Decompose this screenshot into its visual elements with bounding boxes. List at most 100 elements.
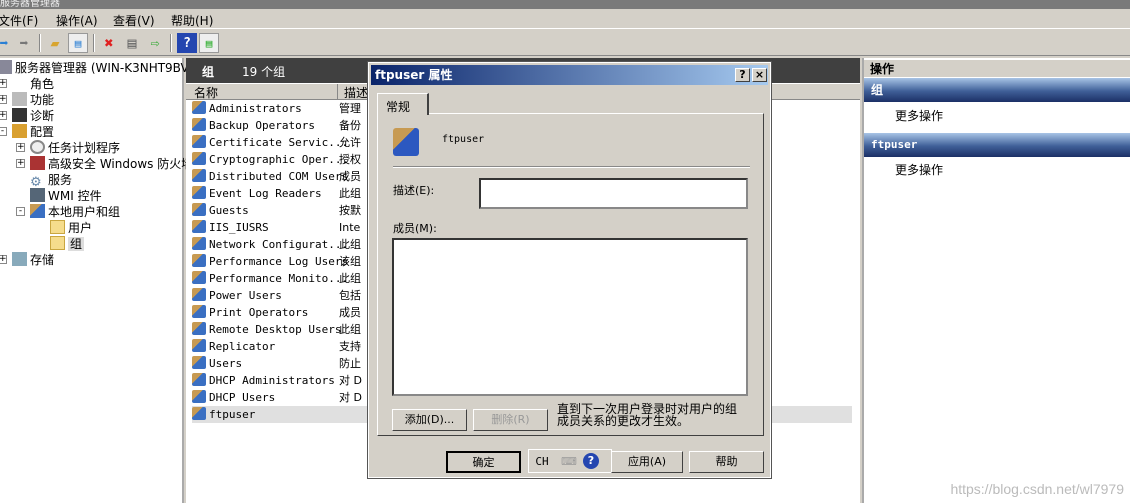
group-name: Users	[209, 357, 243, 370]
group-icon	[192, 169, 206, 182]
expander[interactable]: +	[16, 143, 25, 152]
tree-label: 任务计划程序	[48, 141, 121, 155]
show-action-pane-icon[interactable]: ▤	[199, 33, 219, 53]
expander[interactable]: +	[0, 255, 7, 264]
export-icon[interactable]: ⇨	[145, 33, 165, 53]
tree-item-services[interactable]: ⚙ 服务	[30, 172, 73, 190]
actions-section-groups[interactable]: 组	[864, 78, 1130, 102]
group-description: 备份	[339, 119, 361, 132]
group-description: 允许	[339, 136, 361, 149]
group-name: Certificate Servic...	[209, 136, 349, 149]
group-icon	[192, 373, 206, 386]
back-icon[interactable]: ➡	[0, 33, 14, 53]
group-description: 该组	[339, 255, 361, 268]
dialog-title: ftpuser 属性	[375, 68, 453, 82]
group-icon	[192, 152, 206, 165]
tree-item-firewall[interactable]: + 高级安全 Windows 防火墙	[16, 156, 193, 172]
column-description[interactable]: 描述	[341, 84, 368, 101]
apply-button[interactable]: 应用(A)	[611, 451, 683, 473]
features-icon	[12, 92, 27, 106]
show-hide-tree-icon[interactable]: ▤	[68, 33, 88, 53]
tree-item-storage[interactable]: + 存储	[0, 252, 54, 268]
group-icon	[192, 203, 206, 216]
expander[interactable]: +	[0, 79, 7, 88]
tree-root-label: 服务器管理器 (WIN-K3NHT9BVRD	[15, 61, 207, 75]
tree-item-configuration[interactable]: - 配置	[0, 124, 54, 140]
group-description: 防止	[339, 357, 361, 370]
group-icon	[192, 101, 206, 114]
menu-action[interactable]: 操作(A)	[56, 12, 98, 29]
expander[interactable]: +	[16, 159, 25, 168]
tree-item-users[interactable]: 用户	[50, 220, 92, 236]
tree-item-roles[interactable]: + 角色	[0, 76, 54, 92]
window-title-bar: 服务器管理器	[0, 0, 1130, 9]
menu-view[interactable]: 查看(V)	[113, 12, 155, 29]
group-icon	[192, 322, 206, 335]
description-input[interactable]	[479, 178, 748, 209]
group-name: IIS_IUSRS	[209, 221, 269, 234]
group-icon	[192, 356, 206, 369]
keyboard-icon[interactable]: ⌨	[555, 455, 583, 468]
actions-section-ftpuser[interactable]: ftpuser	[864, 133, 1130, 157]
group-name: Administrators	[209, 102, 302, 115]
forward-icon[interactable]: ➡	[14, 33, 34, 53]
delete-icon[interactable]: ✖	[99, 33, 119, 53]
tree-label: 角色	[30, 77, 55, 91]
help-icon[interactable]: ?	[177, 33, 197, 53]
expander[interactable]: +	[0, 95, 7, 104]
group-name: Print Operators	[209, 306, 309, 319]
tree-item-diagnostics[interactable]: + 诊断	[0, 108, 54, 124]
toolbar: ➡ ➡ ▰ ▤ ✖ ▤ ⇨ ? ▤	[0, 30, 1130, 56]
gear-icon: ⚙	[30, 175, 42, 190]
group-description: 管理	[339, 102, 361, 115]
up-folder-icon[interactable]: ▰	[45, 33, 65, 53]
group-description: 此组	[339, 323, 361, 336]
group-icon	[192, 237, 206, 250]
members-list[interactable]	[392, 238, 748, 396]
tree-item-groups[interactable]: 组	[50, 236, 85, 252]
ok-button[interactable]: 确定	[446, 451, 521, 473]
add-button[interactable]: 添加(D)...	[392, 409, 467, 431]
group-name: Network Configurat...	[209, 238, 349, 251]
help-button[interactable]: 帮助	[689, 451, 764, 473]
more-actions-groups[interactable]: 更多操作	[895, 107, 943, 124]
configuration-icon	[12, 124, 27, 138]
menu-help[interactable]: 帮助(H)	[171, 12, 213, 29]
group-icon	[192, 220, 206, 233]
properties-icon[interactable]: ▤	[122, 33, 142, 53]
group-icon	[192, 288, 206, 301]
tree-label: WMI 控件	[48, 189, 102, 203]
language-indicator[interactable]: CH	[529, 455, 555, 468]
tree-item-task-scheduler[interactable]: + 任务计划程序	[16, 140, 120, 156]
expander[interactable]: -	[0, 127, 7, 136]
remove-button[interactable]: 删除(R)	[473, 409, 548, 431]
expander[interactable]: -	[16, 207, 25, 216]
tree-item-wmi[interactable]: WMI 控件	[30, 188, 102, 204]
close-button[interactable]: ×	[752, 68, 767, 82]
group-name: Performance Log Users	[209, 255, 349, 268]
expander[interactable]: +	[0, 111, 7, 120]
group-name: Event Log Readers	[209, 187, 322, 200]
help-icon[interactable]: ?	[583, 453, 599, 469]
tree-label: 服务	[48, 173, 73, 187]
properties-dialog: ftpuser 属性 ? × 常规 ftpuser 描述(E): 成员(M): …	[367, 61, 772, 479]
tree-label: 诊断	[30, 109, 55, 123]
tree-item-features[interactable]: + 功能	[0, 92, 54, 108]
menu-file[interactable]: 文件(F)	[0, 12, 38, 29]
menu-bar: 文件(F) 操作(A) 查看(V) 帮助(H)	[0, 9, 1130, 29]
group-description: 对 D	[339, 374, 362, 387]
tree-item-local-users-groups[interactable]: - 本地用户和组	[16, 204, 120, 220]
more-actions-ftpuser[interactable]: 更多操作	[895, 161, 943, 178]
tree-root[interactable]: 服务器管理器 (WIN-K3NHT9BVRD	[0, 60, 206, 76]
group-icon	[192, 407, 206, 420]
group-icon	[393, 128, 419, 156]
tab-general[interactable]: 常规	[377, 93, 429, 115]
help-title-button[interactable]: ?	[735, 68, 750, 82]
column-name[interactable]: 名称	[186, 84, 338, 100]
tree-label: 用户	[68, 221, 93, 235]
separator	[393, 166, 750, 168]
tree-label: 存储	[30, 253, 55, 267]
pane-title: 组	[202, 65, 215, 79]
group-name: DHCP Users	[209, 391, 276, 404]
group-icon	[192, 390, 206, 403]
